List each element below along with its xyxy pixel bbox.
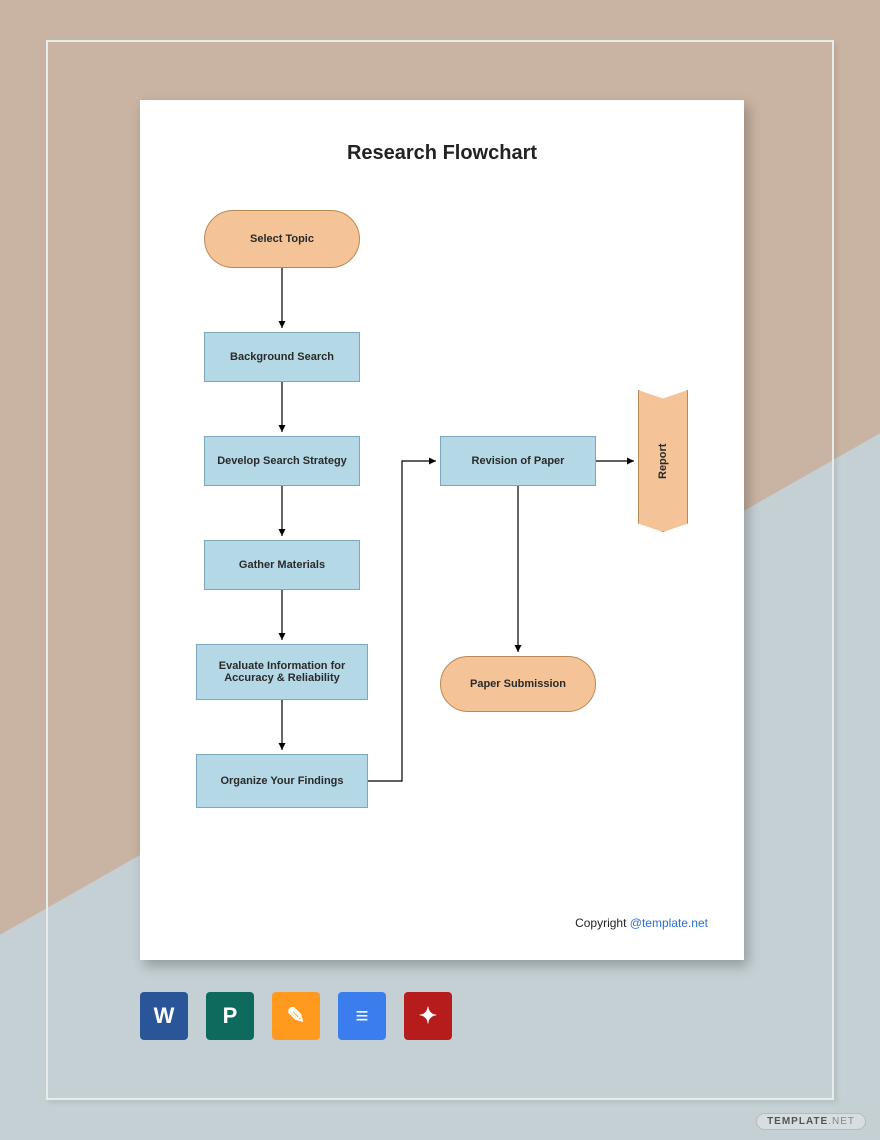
node-develop-strategy: Develop Search Strategy <box>204 436 360 486</box>
watermark: TEMPLATE.NET <box>756 1113 866 1130</box>
format-icon-row: W P ✎ ≡ ✦ <box>140 992 452 1040</box>
watermark-suffix: .NET <box>828 1116 855 1127</box>
node-submission: Paper Submission <box>440 656 596 712</box>
copyright-link[interactable]: @template.net <box>630 916 708 930</box>
google-docs-icon[interactable]: ≡ <box>338 992 386 1040</box>
copyright-line: Copyright @template.net <box>575 916 708 930</box>
copyright-prefix: Copyright <box>575 916 630 930</box>
word-icon[interactable]: W <box>140 992 188 1040</box>
document-page: Research Flowchart Select Topic Backgrou… <box>140 100 744 960</box>
node-gather-materials: Gather Materials <box>204 540 360 590</box>
watermark-brand: TEMPLATE <box>767 1116 828 1127</box>
pages-icon[interactable]: ✎ <box>272 992 320 1040</box>
pdf-icon[interactable]: ✦ <box>404 992 452 1040</box>
publisher-icon[interactable]: P <box>206 992 254 1040</box>
node-select-topic: Select Topic <box>204 210 360 268</box>
node-background-search: Background Search <box>204 332 360 382</box>
node-evaluate-info: Evaluate Information for Accuracy & Reli… <box>196 644 368 700</box>
page-title: Research Flowchart <box>140 142 744 165</box>
node-revision: Revision of Paper <box>440 436 596 486</box>
node-organize-findings: Organize Your Findings <box>196 754 368 808</box>
node-report: Report <box>638 390 688 532</box>
